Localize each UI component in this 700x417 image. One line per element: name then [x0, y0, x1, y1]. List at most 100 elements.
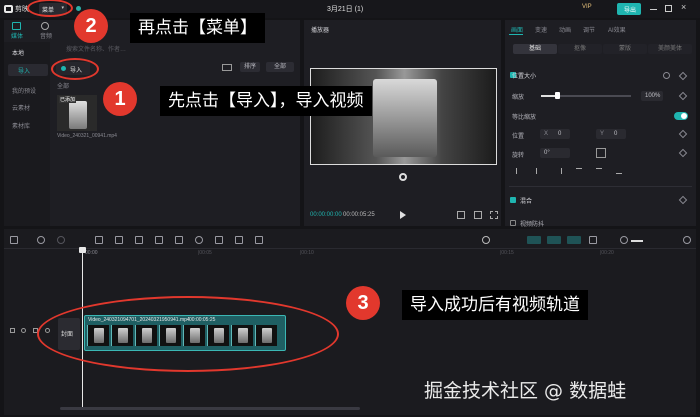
- player-video-frame[interactable]: [310, 68, 497, 165]
- minimize-icon[interactable]: [650, 9, 657, 10]
- sort-button[interactable]: 排序: [240, 62, 260, 72]
- freeze-icon[interactable]: [175, 236, 183, 244]
- reset-icon[interactable]: [663, 72, 670, 79]
- blend-checkbox[interactable]: [510, 197, 516, 203]
- play-icon[interactable]: [400, 211, 406, 219]
- redo-icon[interactable]: [57, 236, 65, 244]
- reverse-icon[interactable]: [195, 236, 203, 244]
- scale-label: 缩放: [512, 95, 525, 101]
- ruler-tick-10: |00:10: [300, 250, 314, 256]
- crop-tool-icon[interactable]: [255, 236, 263, 244]
- align-bottom-icon[interactable]: [616, 168, 622, 174]
- align-right-icon[interactable]: [556, 168, 562, 174]
- prop-tab-speed[interactable]: 变速: [535, 25, 547, 34]
- media-clip-thumbnail[interactable]: 已添加: [57, 95, 97, 131]
- split-icon[interactable]: [95, 236, 103, 244]
- step2-number: 2: [74, 9, 108, 43]
- stabilize-checkbox[interactable]: [510, 220, 516, 226]
- media-tab-icon[interactable]: [12, 22, 21, 30]
- player-handle-icon[interactable]: [399, 173, 407, 181]
- align-center-v-icon[interactable]: [596, 168, 602, 174]
- playhead-head[interactable]: [79, 247, 86, 253]
- scale-value-field[interactable]: 100%: [641, 91, 663, 101]
- split-left-icon[interactable]: [115, 236, 123, 244]
- subtab-beauty[interactable]: 美颜美体: [648, 44, 692, 54]
- project-title[interactable]: 3月21日 (1): [327, 4, 363, 14]
- split-right-icon[interactable]: [135, 236, 143, 244]
- prop-tab-animation[interactable]: 动画: [559, 25, 571, 34]
- autosave-icon: [76, 6, 81, 11]
- rotate-icon[interactable]: [235, 236, 243, 244]
- link-toggle-2-icon[interactable]: [547, 236, 561, 244]
- vip-badge[interactable]: VIP: [582, 4, 592, 10]
- record-audio-icon[interactable]: [482, 236, 490, 244]
- uniform-scale-toggle[interactable]: [674, 112, 688, 120]
- position-x-value: 0: [558, 131, 562, 137]
- grid-view-icon[interactable]: [222, 64, 232, 71]
- step3-number: 3: [346, 286, 380, 320]
- position-x-field[interactable]: X 0: [540, 129, 570, 139]
- annotation-ellipse-import: [51, 58, 99, 80]
- media-tab-label[interactable]: 媒体: [11, 31, 23, 40]
- sidebar-item-library[interactable]: 素材库: [12, 121, 30, 130]
- mirror-icon[interactable]: [215, 236, 223, 244]
- delete-icon[interactable]: [155, 236, 163, 244]
- prop-tab-underline: [509, 34, 523, 35]
- align-left-icon[interactable]: [516, 168, 522, 174]
- link-toggle-3-icon[interactable]: [567, 236, 581, 244]
- rotate-label: 旋转: [512, 153, 525, 159]
- sidebar-item-import[interactable]: 导入: [8, 64, 48, 76]
- scale-slider-thumb[interactable]: [555, 92, 560, 99]
- prop-tab-picture[interactable]: 画面: [511, 25, 523, 34]
- subtab-basic[interactable]: 基础: [513, 44, 557, 54]
- align-icons-row: [512, 166, 662, 176]
- subtab-keying[interactable]: 抠像: [558, 44, 602, 54]
- link-toggle-1-icon[interactable]: [527, 236, 541, 244]
- subtab-mask[interactable]: 蒙版: [603, 44, 647, 54]
- time-total: 00:00:05:25: [343, 212, 375, 218]
- section-label: 全部: [57, 84, 70, 90]
- zoom-slider[interactable]: [631, 240, 643, 242]
- position-y-axis-label: Y: [600, 131, 605, 137]
- position-y-value: 0: [614, 131, 618, 137]
- timeline-settings-icon[interactable]: [683, 236, 691, 244]
- select-tool-icon[interactable]: [10, 236, 18, 244]
- preview-axis-icon[interactable]: [589, 236, 597, 244]
- fullscreen-icon[interactable]: [490, 211, 498, 219]
- search-hint: 搜索文件名称、作者…: [66, 47, 127, 53]
- align-top-icon[interactable]: [576, 168, 582, 174]
- export-button[interactable]: 导出: [617, 3, 641, 15]
- track-lock-icon[interactable]: [10, 328, 15, 333]
- timeline-scrollbar[interactable]: [60, 407, 360, 410]
- audio-tab-label[interactable]: 音频: [40, 31, 52, 40]
- section-title: 位置大小: [512, 74, 537, 80]
- close-icon[interactable]: ×: [681, 2, 686, 12]
- zoom-out-icon[interactable]: [620, 236, 628, 244]
- track-eye-icon[interactable]: [21, 328, 26, 333]
- sidebar-item-cloud[interactable]: 云素材: [12, 103, 30, 112]
- align-center-h-icon[interactable]: [536, 168, 542, 174]
- prop-tab-ai[interactable]: AI效果: [608, 25, 626, 34]
- annotation-ellipse-track: [37, 296, 339, 372]
- undo-icon[interactable]: [37, 236, 45, 244]
- ratio-icon[interactable]: [474, 211, 482, 219]
- rotate-field[interactable]: 0°: [540, 148, 570, 158]
- filter-all-button[interactable]: 全部: [266, 62, 294, 72]
- watermark: 掘金技术社区 @ 数据蛙: [424, 380, 627, 402]
- sidebar-item-local[interactable]: 本地: [12, 48, 24, 57]
- toggle-knob: [681, 113, 687, 119]
- prop-tab-adjust[interactable]: 调节: [583, 25, 595, 34]
- sidebar-item-presets[interactable]: 我的预设: [12, 86, 36, 95]
- crop-icon[interactable]: [457, 211, 465, 219]
- position-y-field[interactable]: Y 0: [596, 129, 626, 139]
- audio-tab-icon[interactable]: [41, 22, 49, 30]
- section-divider: [509, 186, 692, 187]
- position-label: 位置: [512, 134, 525, 140]
- time-current: 00:00:00:00: [310, 212, 342, 218]
- step2-text: 再点击【菜单】: [130, 13, 265, 43]
- maximize-icon[interactable]: [665, 5, 672, 12]
- rotate-flip-icon[interactable]: [596, 148, 606, 158]
- espresso-machine-image: [373, 79, 437, 157]
- position-x-axis-label: X: [544, 131, 549, 137]
- blend-label: 混合: [520, 199, 533, 205]
